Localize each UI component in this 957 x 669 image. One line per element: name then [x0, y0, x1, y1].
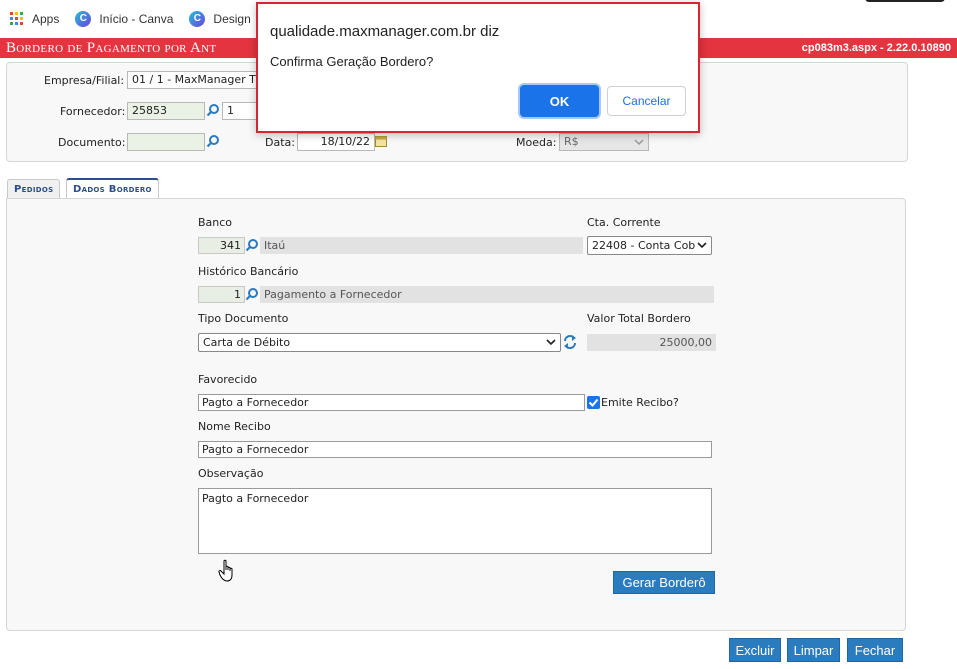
bookmark-canva-design[interactable]: C Design	[189, 10, 251, 27]
cta-corrente-label: Cta. Corrente	[587, 216, 661, 229]
hand-cursor-icon	[218, 559, 233, 582]
fechar-button[interactable]: Fechar	[847, 638, 903, 662]
excluir-button[interactable]: Excluir	[729, 638, 781, 662]
dialog-message: Confirma Geração Bordero?	[270, 54, 434, 69]
browser-pill	[865, 0, 945, 2]
historico-name-field: Pagamento a Fornecedor	[260, 286, 714, 303]
check-icon	[588, 398, 599, 407]
search-icon[interactable]	[206, 134, 220, 148]
chevron-down-icon	[634, 139, 644, 146]
confirm-dialog: qualidade.maxmanager.com.br diz Confirma…	[256, 2, 700, 133]
limpar-button[interactable]: Limpar	[787, 638, 840, 662]
calendar-icon[interactable]	[375, 135, 387, 147]
banco-code-input[interactable]: 341	[198, 237, 245, 254]
favorecido-input[interactable]: Pagto a Fornecedor	[198, 394, 585, 411]
dados-bordero-panel: Banco 341 Itaú Cta. Corrente 22408 - Con…	[6, 198, 906, 631]
cta-corrente-value: 22408 - Conta Cob	[592, 239, 696, 252]
data-input[interactable]: 18/10/22	[297, 133, 375, 151]
moeda-value: R$	[564, 135, 579, 148]
canva-icon: C	[75, 10, 92, 27]
bookmark-label: Design	[213, 11, 251, 26]
bookmark-apps[interactable]: Apps	[10, 12, 59, 26]
empresa-select[interactable]: 01 / 1 - MaxManager T	[127, 71, 262, 89]
tipo-documento-value: Carta de Débito	[203, 336, 291, 349]
fornecedor-label: Fornecedor:	[60, 105, 126, 118]
emite-recibo-checkbox[interactable]	[587, 396, 600, 409]
bookmark-label: Apps	[32, 11, 60, 26]
observacao-textarea[interactable]: Pagto a Fornecedor	[198, 488, 712, 554]
bookmark-canva-inicio[interactable]: C Início - Canva	[75, 10, 174, 27]
observacao-label: Observação	[198, 467, 264, 480]
moeda-label: Moeda:	[516, 136, 557, 149]
nome-recibo-input[interactable]: Pagto a Fornecedor	[198, 441, 712, 458]
emite-recibo-label: Emite Recibo?	[601, 396, 679, 409]
valor-total-label: Valor Total Bordero	[587, 312, 691, 325]
refresh-icon[interactable]	[563, 334, 577, 350]
nome-recibo-label: Nome Recibo	[198, 420, 271, 433]
search-icon[interactable]	[245, 238, 259, 252]
banco-name-field: Itaú	[260, 237, 583, 254]
page-title: Bordero de Pagamento por Ant	[6, 39, 217, 56]
tipo-documento-label: Tipo Documento	[198, 312, 289, 325]
tab-dados-bordero[interactable]: Dados Bordero	[66, 178, 159, 199]
historico-code-input[interactable]: 1	[198, 286, 245, 303]
search-icon[interactable]	[206, 103, 220, 117]
empresa-label: Empresa/Filial:	[44, 74, 125, 87]
tab-pedidos[interactable]: Pedidos	[7, 179, 61, 199]
search-icon[interactable]	[245, 287, 259, 301]
dialog-host: qualidade.maxmanager.com.br diz	[270, 23, 500, 40]
bookmark-label: Início - Canva	[99, 11, 174, 26]
chevron-down-icon	[697, 240, 707, 250]
historico-label: Histórico Bancário	[198, 265, 299, 278]
dialog-cancel-button[interactable]: Cancelar	[607, 86, 686, 116]
data-label: Data:	[265, 136, 295, 149]
gerar-bordero-button[interactable]: Gerar Borderô	[613, 571, 715, 594]
page-version: cp083m3.aspx - 2.22.0.10890	[801, 42, 951, 54]
banco-label: Banco	[198, 216, 233, 229]
cta-corrente-select[interactable]: 22408 - Conta Cob	[587, 236, 712, 255]
tipo-documento-select[interactable]: Carta de Débito	[198, 333, 561, 352]
documento-input[interactable]	[127, 133, 205, 151]
favorecido-label: Favorecido	[198, 373, 258, 386]
documento-label: Documento:	[58, 136, 126, 149]
apps-grid-icon	[10, 12, 23, 25]
valor-total-field: 25000,00	[587, 334, 716, 351]
moeda-select[interactable]: R$	[559, 133, 649, 151]
fornecedor-code-input[interactable]: 25853	[127, 102, 205, 120]
chevron-down-icon	[546, 339, 556, 346]
canva-icon: C	[189, 10, 206, 27]
dialog-ok-button[interactable]: OK	[520, 85, 599, 117]
